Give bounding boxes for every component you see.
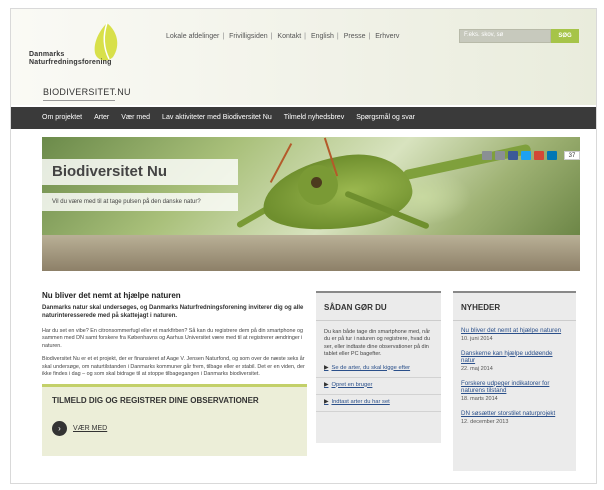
toplink-frivilligsiden[interactable]: Frivilligsiden (229, 33, 268, 40)
howto-box: SÅDAN GØR DU Du kan både tage din smartp… (316, 291, 441, 443)
news-date: 22. maj 2014 (461, 365, 493, 372)
hero-ground (42, 235, 580, 271)
toplink-kontakt[interactable]: Kontakt (277, 33, 301, 40)
page-frame: Danmarks Naturfredningsforening Lokale a… (10, 8, 597, 484)
hero-title-box: Biodiversitet Nu (42, 159, 238, 185)
news-box: NYHEDER Nu bliver det nemt at hjælpe nat… (453, 291, 576, 471)
grasshopper-eye (311, 177, 322, 188)
nav-item-om-projektet[interactable]: Om projektet (42, 107, 82, 129)
howto-link-label[interactable]: Opret en bruger (331, 382, 372, 388)
nav-item-vaer-med[interactable]: Vær med (121, 107, 150, 129)
news-item: Nu bliver det nemt at hjælpe naturen 10.… (453, 321, 576, 344)
news-item: Forskere udpeger indikatorer for naturen… (453, 374, 576, 404)
howto-link-label[interactable]: Indtast arter du har set (331, 399, 389, 405)
arrow-right-icon: ▶ (324, 398, 329, 405)
vaer-med-button[interactable]: › VÆR MED (52, 421, 307, 437)
toplink-lokale-afdelinger[interactable]: Lokale afdelinger (166, 33, 219, 40)
signup-title: TILMELD DIG OG REGISTRER DINE OBSERVATIO… (52, 396, 259, 406)
howto-title: SÅDAN GØR DU (316, 293, 441, 321)
arrow-right-icon: ▶ (324, 381, 329, 388)
article-lead: Danmarks natur skal undersøges, og Danma… (42, 305, 304, 319)
toplink-presse[interactable]: Presse (344, 33, 366, 40)
nav-item-tilmeld-nyhedsbrev[interactable]: Tilmeld nyhedsbrev (284, 107, 344, 129)
twitter-icon[interactable] (521, 151, 531, 160)
hero-banner: Biodiversitet Nu Vil du være med til at … (42, 137, 580, 271)
linkedin-icon[interactable] (547, 151, 557, 160)
logo-line-2: Naturfredningsforening (29, 59, 112, 66)
site-name-underline (43, 100, 115, 101)
news-item: Danskerne kan hjælpe uddøende natur 22. … (453, 344, 576, 374)
share-bar (482, 151, 557, 160)
news-date: 12. december 2013 (461, 418, 509, 425)
header: Danmarks Naturfredningsforening Lokale a… (11, 9, 596, 105)
nav-item-lav-aktiviteter[interactable]: Lav aktiviteter med Biodiversitet Nu (162, 107, 272, 129)
news-item: DN søsætter storstilet naturprojekt 12. … (453, 404, 576, 427)
howto-link-label[interactable]: Se de arter, du skal kigge efter (331, 365, 410, 371)
news-link[interactable]: Nu bliver det nemt at hjælpe naturen (461, 327, 568, 335)
separator: | (368, 33, 371, 40)
main-article: Nu bliver det nemt at hjælpe naturen Dan… (42, 291, 307, 457)
separator: | (270, 33, 273, 40)
article-paragraph-1: Har du set en vibe? En citronsommerfugl … (42, 328, 303, 349)
share-count: 37 (564, 151, 580, 160)
news-link[interactable]: DN søsætter storstilet naturprojekt (461, 410, 568, 418)
search-input[interactable]: F.eks. skov, sø (459, 29, 551, 43)
print-icon[interactable] (482, 151, 492, 160)
news-title: NYHEDER (453, 293, 576, 321)
separator: | (222, 33, 225, 40)
signup-box: TILMELD DIG OG REGISTRER DINE OBSERVATIO… (42, 384, 307, 457)
hero-title: Biodiversitet Nu (52, 163, 168, 180)
news-link[interactable]: Danskerne kan hjælpe uddøende natur (461, 350, 568, 365)
email-icon[interactable] (495, 151, 505, 160)
separator: | (304, 33, 306, 40)
news-link[interactable]: Forskere udpeger indikatorer for naturen… (461, 380, 568, 395)
google-plus-icon[interactable] (534, 151, 544, 160)
vaer-med-label[interactable]: VÆR MED (73, 425, 107, 432)
chevron-right-icon[interactable]: › (52, 421, 67, 437)
top-links: Lokale afdelinger | Frivilligsiden | Konta… (166, 33, 399, 40)
separator: | (336, 33, 339, 40)
hero-stem (402, 143, 532, 181)
howto-link-arter[interactable]: ▶ Se de arter, du skal kigge efter (316, 361, 441, 378)
howto-link-opret[interactable]: ▶ Opret en bruger (316, 378, 441, 395)
nav-item-arter[interactable]: Arter (94, 107, 109, 129)
nav-item-spoergsmaal[interactable]: Spørgsmål og svar (356, 107, 415, 129)
news-date: 10. juni 2014 (461, 335, 493, 342)
facebook-icon[interactable] (508, 151, 518, 160)
search-button[interactable]: SØG (551, 29, 579, 43)
hero-subtitle: Vil du være med til at tage pulsen på de… (42, 193, 238, 211)
howto-link-indtast[interactable]: ▶ Indtast arter du har set (316, 395, 441, 412)
news-date: 18. marts 2014 (461, 395, 498, 402)
toplink-english[interactable]: English (311, 33, 334, 40)
toplink-erhverv[interactable]: Erhverv (375, 33, 399, 40)
logo-line-1: Danmarks (29, 51, 65, 58)
logo-text[interactable]: Danmarks Naturfredningsforening (29, 51, 112, 67)
site-name[interactable]: BIODIVERSITET.NU (43, 87, 131, 97)
article-paragraph-2: Biodiversitet Nu er et et projekt, der e… (42, 356, 305, 378)
arrow-right-icon: ▶ (324, 364, 329, 371)
article-heading: Nu bliver det nemt at hjælpe naturen (42, 291, 181, 300)
howto-text: Du kan både tage din smartphone med, når… (324, 329, 431, 358)
main-nav: Om projektet Arter Vær med Lav aktivitet… (11, 107, 596, 129)
